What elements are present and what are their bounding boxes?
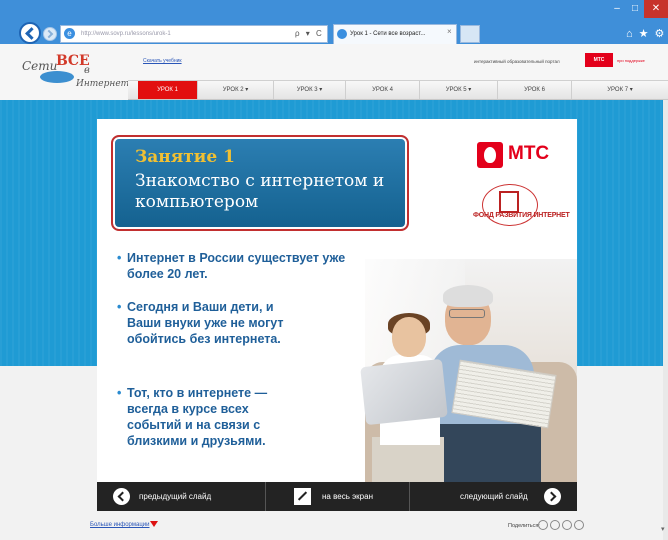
prev-arrow-icon <box>113 488 130 505</box>
lesson-title: Занятие 1 <box>135 147 235 167</box>
browser-tab[interactable]: Урок 1 - Сети все возраст... <box>333 24 457 44</box>
forward-button[interactable] <box>43 27 57 41</box>
fact-bullet: • <box>117 300 122 314</box>
photo-grandfather-hair <box>443 285 493 307</box>
fund-logo-text: ФОНД РАЗВИТИЯ ИНТЕРНЕТ <box>473 212 570 219</box>
mts-egg-icon <box>477 142 503 168</box>
fact-bullet: • <box>117 251 122 265</box>
mts-header-logo[interactable]: МТС <box>585 53 613 67</box>
tab-close-icon[interactable]: × <box>447 27 452 36</box>
lesson-nav: УРОК 1 УРОК 2 ▾ УРОК 3 ▾ УРОК 4 УРОК 5 ▾… <box>128 80 668 100</box>
prev-slide-button[interactable]: предыдущий слайд <box>97 482 265 511</box>
photo-laptop <box>360 358 448 426</box>
lesson-header-box: Занятие 1 Знакомство с интернетом и комп… <box>111 135 409 231</box>
fullscreen-button[interactable]: на весь экран <box>265 482 410 511</box>
address-actions[interactable]: ρ ▾ C <box>295 25 324 43</box>
fact-1-text: Интернет в России существует уже более 2… <box>127 251 346 281</box>
new-tab-button[interactable] <box>460 25 480 43</box>
fund-emblem-center <box>499 191 519 213</box>
tab-lesson-5[interactable]: УРОК 5 ▾ <box>420 81 498 99</box>
fullscreen-icon <box>294 488 311 505</box>
share-fb-icon[interactable] <box>550 520 560 530</box>
logo-word-4: Интернет <box>76 79 130 89</box>
share-label: Поделиться: <box>508 523 540 529</box>
next-slide-label: следующий слайд <box>460 492 528 501</box>
share-vk-icon[interactable] <box>538 520 548 530</box>
maximize-button[interactable]: □ <box>626 0 644 18</box>
close-button[interactable]: ✕ <box>644 0 668 18</box>
fact-2: • Сегодня и Ваши дети, и Ваши внуки уже … <box>117 299 292 347</box>
chevron-down-icon[interactable] <box>150 521 158 527</box>
scroll-down-icon[interactable]: ▾ <box>661 525 665 533</box>
minimize-button[interactable]: – <box>608 0 626 18</box>
tab-lesson-2[interactable]: УРОК 2 ▾ <box>198 81 274 99</box>
download-textbook-link[interactable]: Скачать учебник <box>143 58 182 64</box>
more-info-link[interactable]: Больше информации <box>90 522 149 528</box>
tab-lesson-3[interactable]: УРОК 3 ▾ <box>274 81 346 99</box>
prev-slide-label: предыдущий слайд <box>139 492 212 501</box>
next-slide-button[interactable]: следующий слайд <box>410 482 577 511</box>
share-ok-icon[interactable] <box>562 520 572 530</box>
next-arrow-icon <box>544 488 561 505</box>
fact-bullet: • <box>117 386 122 400</box>
tab-lesson-1[interactable]: УРОК 1 <box>138 81 198 99</box>
tab-lesson-4[interactable]: УРОК 4 <box>346 81 420 99</box>
tab-favicon-icon <box>337 29 347 39</box>
tab-lesson-6[interactable]: УРОК 6 <box>498 81 572 99</box>
slide: Занятие 1 Знакомство с интернетом и комп… <box>97 119 577 482</box>
fullscreen-label: на весь экран <box>322 492 373 501</box>
portal-tagline: интерактивный образовательный портал <box>474 59 560 64</box>
back-button[interactable] <box>19 22 41 44</box>
toolbar-icons[interactable]: ⌂★⚙ <box>626 27 668 40</box>
fact-1: • Интернет в России существует уже более… <box>117 250 357 282</box>
lesson-subtitle: Знакомство с интернетом и компьютером <box>135 171 385 212</box>
fact-3-text: Тот, кто в интернете — всегда в курсе вс… <box>127 386 268 448</box>
fact-2-text: Сегодня и Ваши дети, и Ваши внуки уже не… <box>127 300 284 346</box>
page-scrollbar[interactable] <box>663 100 668 540</box>
photo-grandfather-legs <box>431 424 541 482</box>
tab-lesson-7[interactable]: УРОК 7 ▾ <box>572 81 668 99</box>
logo-word-3: в <box>84 65 90 76</box>
share-tw-icon[interactable] <box>574 520 584 530</box>
site-logo[interactable]: Сети ВСЕ в Интернет <box>10 49 145 101</box>
mts-header-note: при поддержке <box>617 58 645 63</box>
logo-oval <box>40 71 74 83</box>
address-bar[interactable]: http://www.sovp.ru/lessons/urok-1 <box>60 25 328 43</box>
photo-glasses <box>449 309 485 318</box>
mts-logo-text: МТС <box>508 143 550 164</box>
fact-3: • Тот, кто в интернете — всегда в курсе … <box>117 385 305 449</box>
slide-controls: предыдущий слайд на весь экран следующий… <box>97 482 577 511</box>
photo-boy-head <box>392 317 426 357</box>
ie-site-icon: e <box>64 28 75 39</box>
window-controls: – □ ✕ <box>598 0 668 20</box>
